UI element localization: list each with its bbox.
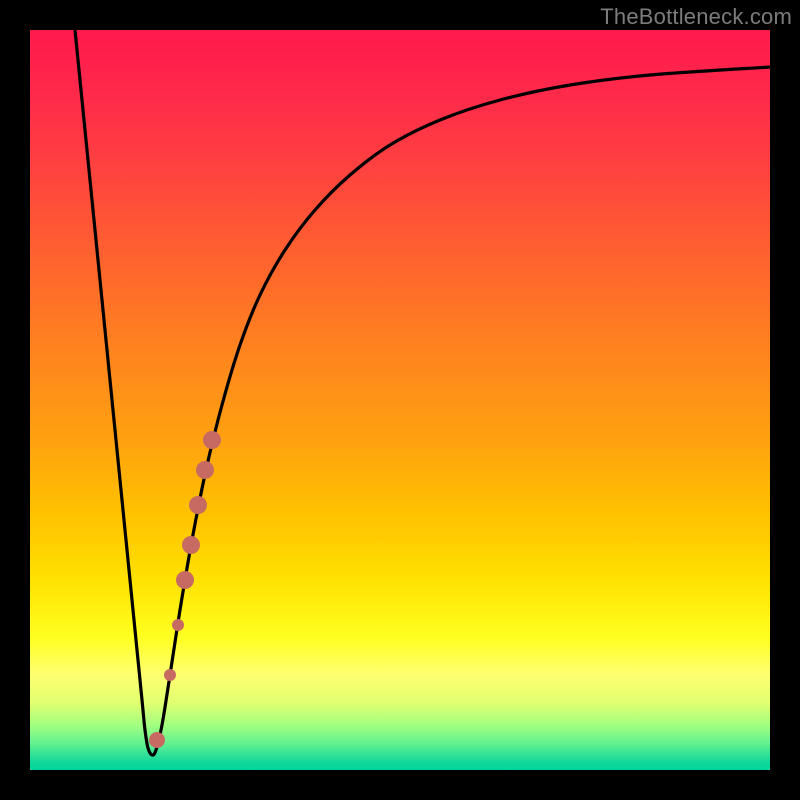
curve-marker — [182, 536, 200, 554]
watermark-text: TheBottleneck.com — [600, 4, 792, 30]
curve-marker — [164, 669, 176, 681]
curve-markers — [149, 431, 221, 748]
curve-marker — [149, 732, 165, 748]
curve-marker — [172, 619, 184, 631]
chart-frame: TheBottleneck.com — [0, 0, 800, 800]
curve-marker — [176, 571, 194, 589]
bottleneck-curve — [75, 30, 770, 755]
bottleneck-curve-svg — [30, 30, 770, 770]
chart-plot-area — [30, 30, 770, 770]
curve-marker — [189, 496, 207, 514]
curve-marker — [203, 431, 221, 449]
curve-marker — [196, 461, 214, 479]
